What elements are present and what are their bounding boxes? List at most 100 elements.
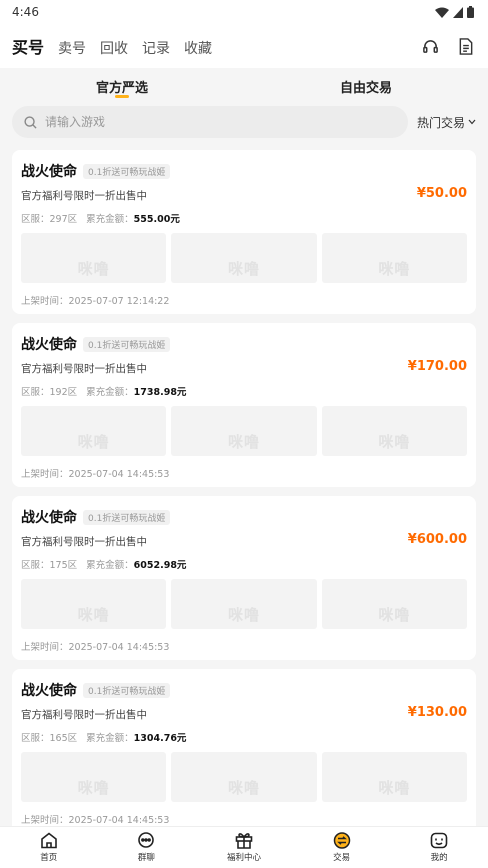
listing-recharge: 累充金额：1738.98元 <box>86 384 186 398</box>
listing-title: 战火使命 <box>21 164 77 180</box>
listing-card[interactable]: 战火使命 0.1折送可畅玩战姬 官方福利号限时一折出售中 ¥170.00 区服：… <box>12 323 476 487</box>
listing-thumbnail[interactable]: 咪噜 <box>321 579 467 629</box>
card-title-row: 战火使命 0.1折送可畅玩战姬 <box>21 681 467 699</box>
recharge-label: 累充金额： <box>86 733 134 744</box>
listing-subtitle: 官方福利号限时一折出售中 <box>21 709 147 721</box>
document-button[interactable] <box>456 36 476 56</box>
listing-server: 区服：175区 <box>21 560 78 571</box>
sub-tabs: 官方严选 自由交易 <box>0 68 488 104</box>
tab-sell-account[interactable]: 卖号 <box>58 38 86 58</box>
listing-tag: 0.1折送可畅玩战姬 <box>83 336 171 352</box>
watermark-logo: 咪噜 <box>227 606 260 624</box>
watermark-logo: 咪噜 <box>77 606 110 624</box>
listing-price: ¥50.00 <box>416 186 467 201</box>
nav-tabs: 买号 卖号 回收 记录 收藏 <box>12 34 212 58</box>
listing-thumbnail[interactable]: 咪噜 <box>321 233 467 283</box>
recharge-label: 累充金额： <box>86 560 134 571</box>
listing-time: 上架时间：2025-07-04 14:45:53 <box>21 469 170 480</box>
bottom-nav-profile[interactable]: 我的 <box>390 827 488 868</box>
bottom-nav-label: 群聊 <box>137 853 155 863</box>
recharge-label: 累充金额： <box>86 214 134 225</box>
bottom-nav-home[interactable]: 首页 <box>0 827 98 868</box>
listing-thumbnails: 咪噜 咪噜 咪噜 <box>21 752 467 802</box>
bottom-nav-chat[interactable]: 群聊 <box>98 827 196 868</box>
listing-thumbnail[interactable]: 咪噜 <box>171 579 317 629</box>
document-icon <box>459 37 473 55</box>
listing-price: ¥170.00 <box>407 359 467 374</box>
top-nav: 买号 卖号 回收 记录 收藏 <box>0 24 488 68</box>
listing-card[interactable]: 战火使命 0.1折送可畅玩战姬 官方福利号限时一折出售中 ¥130.00 区服：… <box>12 669 476 833</box>
recharge-value: 6052.98元 <box>133 560 187 571</box>
listing-title: 战火使命 <box>21 683 77 699</box>
listing-tag: 0.1折送可畅玩战姬 <box>83 509 171 525</box>
status-time: 4:46 <box>12 5 39 19</box>
watermark-logo: 咪噜 <box>227 433 260 451</box>
listing-recharge: 累充金额：6052.98元 <box>86 557 186 571</box>
card-title-row: 战火使命 0.1折送可畅玩战姬 <box>21 335 467 353</box>
listing-time: 上架时间：2025-07-04 14:45:53 <box>21 642 170 653</box>
listing-meta: 区服：192区 累充金额：1738.98元 <box>21 384 467 398</box>
gift-icon <box>235 833 253 849</box>
listing-thumbnail[interactable]: 咪噜 <box>171 406 317 456</box>
status-bar: 4:46 <box>0 0 488 24</box>
recharge-value: 555.00元 <box>133 214 180 225</box>
listing-subtitle: 官方福利号限时一折出售中 <box>21 363 147 375</box>
watermark-logo: 咪噜 <box>378 433 411 451</box>
search-input[interactable] <box>45 115 375 129</box>
listing-subtitle: 官方福利号限时一折出售中 <box>21 190 147 202</box>
trade-icon <box>333 832 350 849</box>
listing-thumbnails: 咪噜 咪噜 咪噜 <box>21 233 467 283</box>
listing-thumbnail[interactable]: 咪噜 <box>171 752 317 802</box>
listing-thumbnails: 咪噜 咪噜 咪噜 <box>21 579 467 629</box>
listing-thumbnail[interactable]: 咪噜 <box>171 233 317 283</box>
tab-records[interactable]: 记录 <box>142 38 170 58</box>
listing-thumbnails: 咪噜 咪噜 咪噜 <box>21 406 467 456</box>
listing-subtitle: 官方福利号限时一折出售中 <box>21 536 147 548</box>
watermark-logo: 咪噜 <box>378 260 411 278</box>
listing-recharge: 累充金额：1304.76元 <box>86 730 186 744</box>
bottom-nav-trade[interactable]: 交易 <box>293 827 391 868</box>
search-icon <box>24 115 37 129</box>
tab-recycle[interactable]: 回收 <box>100 38 128 58</box>
profile-icon <box>430 832 448 849</box>
listing-title: 战火使命 <box>21 337 77 353</box>
tab-official-selection[interactable]: 官方严选 <box>0 68 244 104</box>
search-box[interactable] <box>12 106 408 138</box>
listing-recharge: 累充金额：555.00元 <box>86 211 180 225</box>
wifi-icon <box>435 7 449 18</box>
listing-thumbnail[interactable]: 咪噜 <box>21 579 167 629</box>
listing-thumbnail[interactable]: 咪噜 <box>21 752 167 802</box>
battery-icon <box>467 6 474 18</box>
bottom-nav-label: 首页 <box>40 853 58 863</box>
tab-favorites[interactable]: 收藏 <box>184 38 212 58</box>
headset-icon <box>422 39 438 53</box>
listing-title: 战火使命 <box>21 510 77 526</box>
bottom-nav: 首页 群聊 福利中心 交易 我的 <box>0 826 488 868</box>
listing-meta: 区服：297区 累充金额：555.00元 <box>21 211 467 225</box>
sort-dropdown[interactable]: 热门交易 <box>417 114 476 131</box>
listing-server: 区服：165区 <box>21 733 78 744</box>
listing-tag: 0.1折送可畅玩战姬 <box>83 682 171 698</box>
listing-time: 上架时间：2025-07-04 14:45:53 <box>21 815 170 826</box>
customer-service-button[interactable] <box>420 36 440 56</box>
listing-thumbnail[interactable]: 咪噜 <box>321 406 467 456</box>
listing-server: 区服：192区 <box>21 387 78 398</box>
bottom-nav-label: 交易 <box>333 853 351 863</box>
listing-thumbnail[interactable]: 咪噜 <box>321 752 467 802</box>
nav-actions <box>420 36 476 56</box>
listing-thumbnail[interactable]: 咪噜 <box>21 233 167 283</box>
status-icons <box>435 6 474 18</box>
listing-tag: 0.1折送可畅玩战姬 <box>83 163 171 179</box>
tab-buy-account[interactable]: 买号 <box>12 34 44 58</box>
listing-card[interactable]: 战火使命 0.1折送可畅玩战姬 官方福利号限时一折出售中 ¥50.00 区服：2… <box>12 150 476 314</box>
watermark-logo: 咪噜 <box>378 779 411 797</box>
tab-free-trade[interactable]: 自由交易 <box>244 68 488 104</box>
listing-time: 上架时间：2025-07-07 12:14:22 <box>21 296 170 307</box>
bottom-nav-welfare[interactable]: 福利中心 <box>195 827 293 868</box>
watermark-logo: 咪噜 <box>227 260 260 278</box>
listing-meta: 区服：175区 累充金额：6052.98元 <box>21 557 467 571</box>
recharge-value: 1304.76元 <box>133 733 187 744</box>
listing-thumbnail[interactable]: 咪噜 <box>21 406 167 456</box>
watermark-logo: 咪噜 <box>227 779 260 797</box>
listing-card[interactable]: 战火使命 0.1折送可畅玩战姬 官方福利号限时一折出售中 ¥600.00 区服：… <box>12 496 476 660</box>
